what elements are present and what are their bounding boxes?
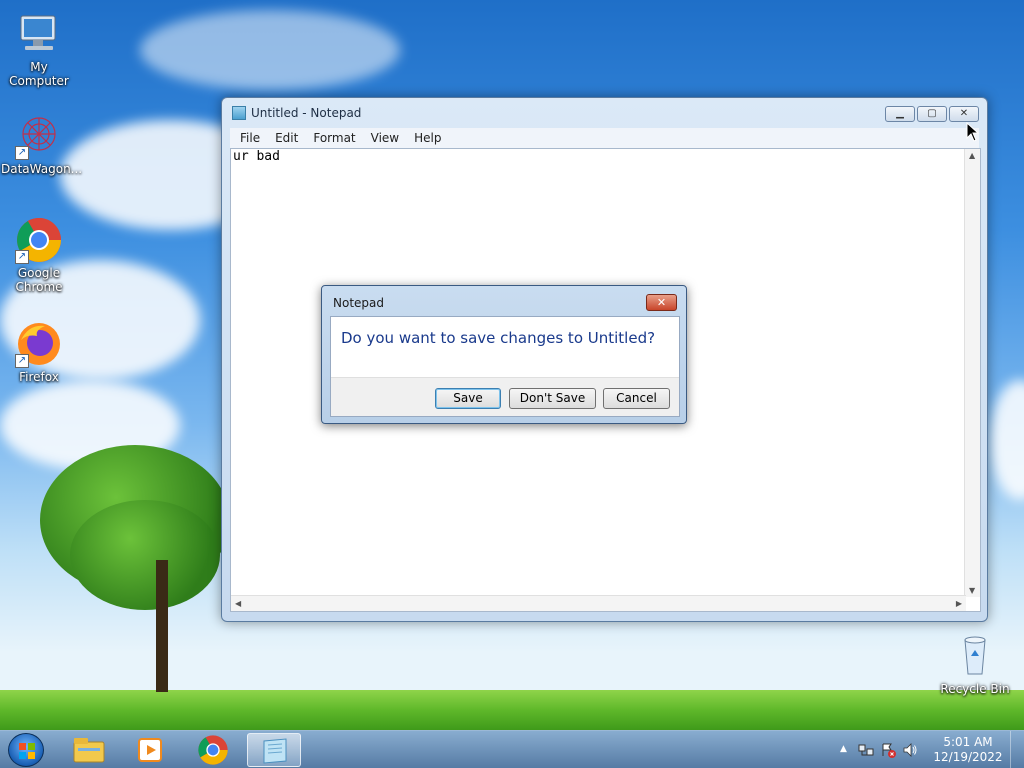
desktop-icon-label: Firefox	[19, 370, 59, 384]
tree	[70, 500, 220, 610]
vertical-scrollbar[interactable]: ▲ ▼	[964, 149, 980, 597]
chrome-icon	[198, 735, 228, 765]
menu-bar: File Edit Format View Help	[230, 128, 979, 148]
desktop-icon-label: My Computer	[9, 60, 69, 88]
desktop-icon-recycle-bin[interactable]: Recycle Bin	[937, 632, 1013, 696]
window-controls: ▁ ▢ ✕	[885, 106, 979, 122]
desktop-icon-label: DataWagon...	[1, 162, 83, 176]
desktop-icon-google-chrome[interactable]: ↗ Google Chrome	[1, 216, 77, 294]
menu-format[interactable]: Format	[311, 131, 357, 145]
cancel-button[interactable]: Cancel	[603, 388, 670, 409]
windows-logo-icon	[19, 743, 35, 759]
editor-content[interactable]: ur bad	[233, 149, 280, 164]
save-changes-dialog[interactable]: Notepad ✕ Do you want to save changes to…	[321, 285, 687, 424]
desktop-icon-firefox[interactable]: ↗ Firefox	[1, 320, 77, 384]
desktop-icon-datawagon[interactable]: ↗ DataWagon...	[1, 112, 83, 176]
taskbar-chrome[interactable]	[186, 733, 240, 767]
shortcut-arrow-icon: ↗	[15, 354, 29, 368]
taskbar-notepad[interactable]	[247, 733, 301, 767]
media-player-icon	[138, 738, 162, 762]
dialog-body: Do you want to save changes to Untitled?…	[330, 316, 680, 417]
desktop-icon-label: Google Chrome	[15, 266, 63, 294]
computer-icon	[15, 10, 63, 58]
notepad-icon	[232, 106, 246, 120]
save-button[interactable]: Save	[435, 388, 501, 409]
clock-date: 12/19/2022	[933, 750, 1003, 764]
chrome-icon: ↗	[15, 216, 63, 264]
start-button[interactable]	[8, 733, 44, 767]
menu-help[interactable]: Help	[412, 131, 443, 145]
clock-time: 5:01 AM	[943, 735, 993, 749]
system-tray: ▲ 5:01 AM 12/19/2022	[834, 731, 1024, 768]
minimize-button[interactable]: ▁	[885, 106, 915, 122]
show-hidden-icon[interactable]: ▲	[840, 744, 847, 754]
menu-file[interactable]: File	[238, 131, 262, 145]
scroll-down-icon[interactable]: ▼	[969, 586, 975, 595]
dont-save-button[interactable]: Don't Save	[509, 388, 596, 409]
tree-trunk	[156, 560, 168, 692]
cloud	[990, 380, 1024, 500]
scroll-left-icon[interactable]: ◀	[235, 599, 241, 608]
volume-icon[interactable]	[902, 742, 918, 758]
shortcut-arrow-icon: ↗	[15, 250, 29, 264]
cloud	[140, 10, 400, 90]
scroll-up-icon[interactable]: ▲	[969, 151, 975, 160]
taskbar-media-player[interactable]	[124, 733, 178, 767]
desktop-icon-label: Recycle Bin	[940, 682, 1010, 696]
notepad-titlebar[interactable]: Untitled - Notepad	[222, 98, 987, 128]
mouse-cursor-icon	[966, 122, 980, 142]
dialog-close-button[interactable]: ✕	[646, 294, 677, 311]
taskbar-explorer[interactable]	[62, 733, 116, 767]
horizontal-scrollbar[interactable]: ◀ ▶	[231, 595, 966, 611]
scroll-right-icon[interactable]: ▶	[956, 599, 962, 608]
action-center-icon[interactable]	[880, 742, 896, 758]
taskbar: ▲ 5:01 AM 12/19/2022	[0, 730, 1024, 768]
clock[interactable]: 5:01 AM 12/19/2022	[933, 735, 1003, 765]
grass-field	[0, 690, 1024, 730]
dialog-footer: Save Don't Save Cancel	[331, 377, 679, 416]
recycle-bin-icon	[951, 632, 999, 680]
close-button[interactable]: ✕	[949, 106, 979, 122]
show-desktop-button[interactable]	[1010, 731, 1024, 768]
desktop-icon-my-computer[interactable]: My Computer	[1, 10, 77, 88]
dialog-title: Notepad	[333, 296, 384, 310]
dialog-message: Do you want to save changes to Untitled?	[341, 329, 656, 347]
window-title: Untitled - Notepad	[251, 106, 362, 120]
explorer-icon	[73, 738, 105, 763]
menu-edit[interactable]: Edit	[273, 131, 300, 145]
menu-view[interactable]: View	[369, 131, 401, 145]
shortcut-arrow-icon: ↗	[15, 146, 29, 160]
firefox-icon: ↗	[15, 320, 63, 368]
maximize-button[interactable]: ▢	[917, 106, 947, 122]
datawagon-icon: ↗	[15, 112, 63, 160]
network-icon[interactable]	[858, 742, 874, 758]
notepad-icon	[263, 738, 287, 764]
